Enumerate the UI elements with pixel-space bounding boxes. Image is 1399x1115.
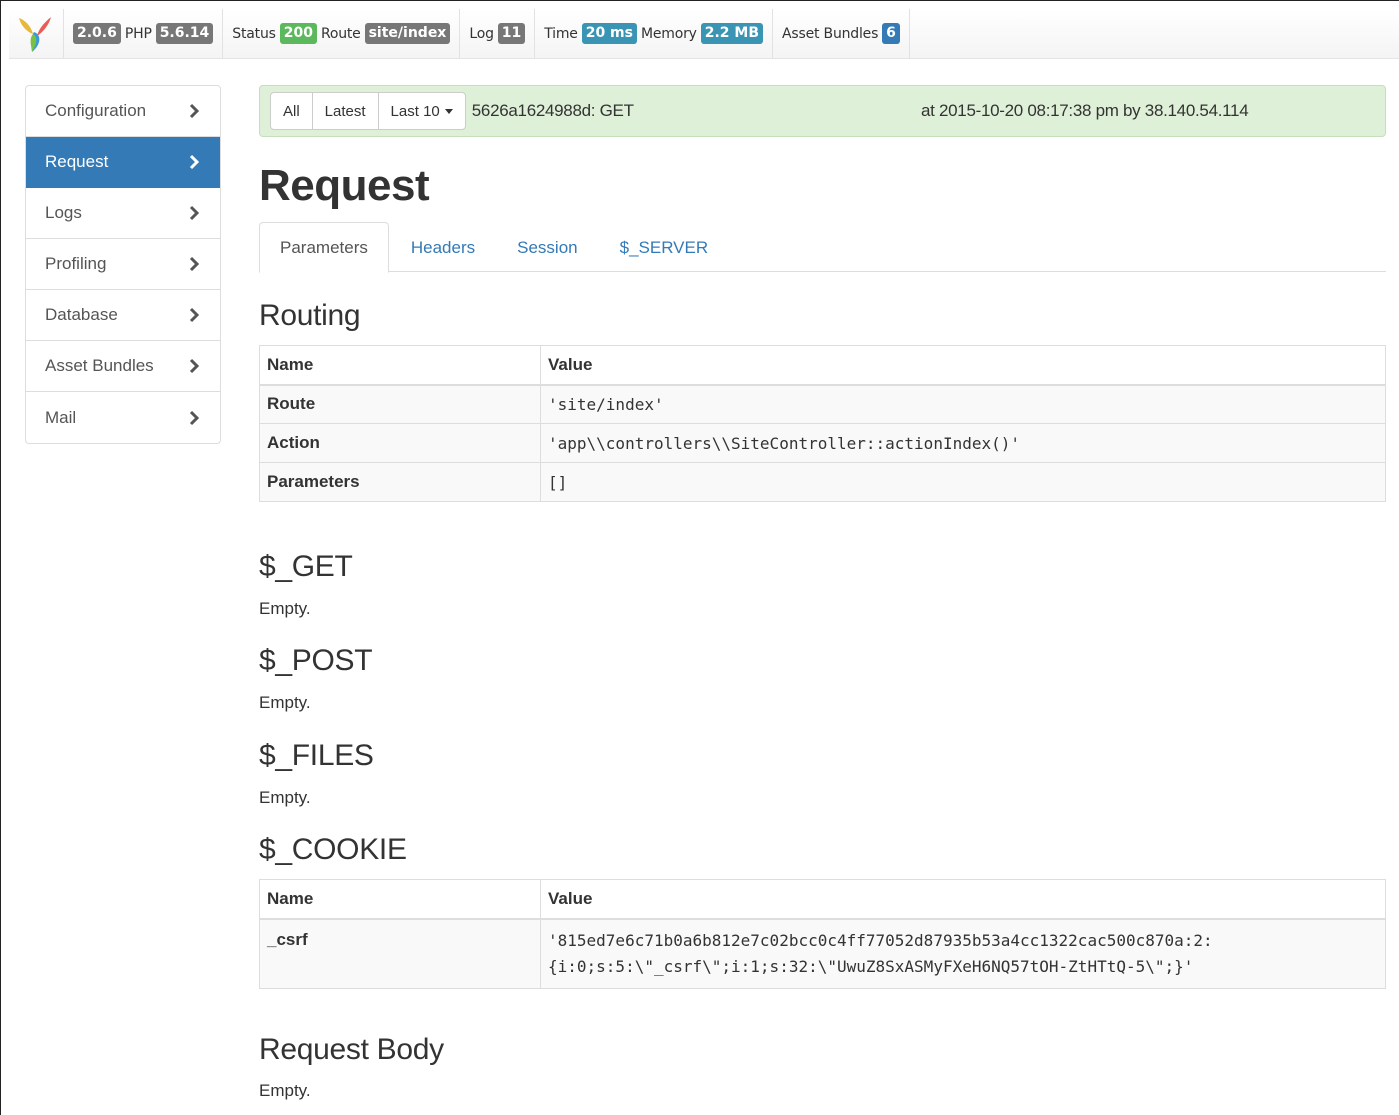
cookie-heading: $_COOKIE — [259, 833, 407, 866]
asset-bundles-count-badge: 6 — [882, 23, 900, 44]
memory-badge: 2.2 MB — [700, 23, 764, 44]
tab-session[interactable]: Session — [497, 222, 597, 273]
toolbar-assets-block[interactable]: Asset Bundles 6 — [773, 9, 910, 58]
caret-down-icon — [444, 108, 453, 114]
cookie-table: Name Value _csrf '815ed7e6c71b0a6b812e7c… — [259, 879, 1386, 989]
table-row: _csrf '815ed7e6c71b0a6b812e7c02bcc0c4ff7… — [259, 918, 1386, 989]
request-body-empty-text: Empty. — [259, 1081, 311, 1100]
toolbar-logo-block[interactable] — [9, 9, 64, 58]
routing-heading: Routing — [259, 299, 361, 332]
page-title: Request — [259, 161, 430, 210]
files-heading: $_FILES — [259, 739, 374, 772]
chevron-right-icon — [189, 256, 200, 272]
sidebar-item-database[interactable]: Database — [26, 290, 220, 341]
sidebar-item-label: Database — [45, 305, 118, 324]
chevron-right-icon — [189, 103, 200, 119]
tab-server[interactable]: $_SERVER — [600, 222, 729, 273]
row-name: Route — [259, 384, 541, 424]
sidebar-item-label: Mail — [45, 407, 77, 427]
row-name: Parameters — [259, 462, 541, 502]
time-badge: 20 ms — [581, 23, 637, 44]
table-row: Action 'app\\controllers\\SiteController… — [259, 423, 1386, 463]
request-selector-bar: All Latest Last 10 5626a1624988d: GET at… — [259, 85, 1386, 137]
tab-parameters[interactable]: Parameters — [259, 222, 389, 273]
toolbar-version-block[interactable]: 2.0.6 PHP 5.6.14 — [64, 9, 224, 58]
sidebar-item-label: Request — [45, 152, 109, 171]
chevron-right-icon — [189, 307, 200, 323]
request-time: at 2015-10-20 08:17:38 pm by 38.140.54.1… — [921, 101, 1249, 120]
table-row: Parameters [] — [259, 462, 1386, 502]
table-header-row: Name Value — [259, 345, 1386, 386]
log-count-badge: 11 — [497, 23, 526, 44]
row-value: 'site/index' — [540, 384, 1386, 424]
get-heading: $_GET — [259, 550, 353, 583]
files-empty-text: Empty. — [259, 788, 311, 807]
panel-sidebar: Configuration Request Logs Profiling Dat… — [25, 85, 221, 444]
cookie-value-line: {i:0;s:5:\"_csrf\";i:1;s:32:\"UwuZ8SxASM… — [548, 956, 1194, 976]
row-value: [] — [540, 462, 1386, 502]
toolbar-profiling-block[interactable]: Time 20 ms Memory 2.2 MB — [535, 9, 774, 58]
main-content: All Latest Last 10 5626a1624988d: GET at… — [259, 85, 1386, 1100]
chevron-right-icon — [189, 154, 200, 170]
php-version-badge: 5.6.14 — [155, 23, 214, 44]
sidebar-item-configuration[interactable]: Configuration — [26, 86, 220, 137]
route-label: Route — [320, 25, 361, 42]
request-filter-buttons: All Latest Last 10 — [270, 92, 466, 130]
last-10-dropdown[interactable]: Last 10 — [377, 92, 466, 130]
row-name: Action — [259, 423, 541, 463]
chevron-right-icon — [189, 358, 200, 374]
debug-toolbar: 2.0.6 PHP 5.6.14 Status 200 Route site/i… — [9, 9, 1399, 59]
toolbar-request-block[interactable]: Status 200 Route site/index — [223, 9, 461, 58]
sidebar-item-label: Profiling — [45, 254, 107, 273]
time-label: Time — [544, 25, 578, 42]
all-button[interactable]: All — [270, 92, 313, 130]
yii-logo[interactable] — [15, 14, 55, 54]
table-header-row: Name Value — [259, 879, 1386, 920]
status-code-badge: 200 — [279, 23, 317, 44]
status-label: Status — [232, 25, 276, 42]
row-value: 'app\\controllers\\SiteController::actio… — [540, 423, 1386, 463]
latest-button[interactable]: Latest — [311, 92, 379, 130]
column-header-value: Value — [540, 879, 1386, 920]
column-header-name: Name — [259, 345, 541, 386]
sidebar-item-label: Asset Bundles — [45, 356, 154, 375]
debugger-window: 2.0.6 PHP 5.6.14 Status 200 Route site/i… — [0, 0, 1399, 1115]
chevron-right-icon — [189, 410, 200, 425]
sidebar-item-asset-bundles[interactable]: Asset Bundles — [26, 341, 220, 392]
request-body-heading: Request Body — [259, 1033, 444, 1066]
row-value: '815ed7e6c71b0a6b812e7c02bcc0c4ff77052d8… — [540, 918, 1386, 989]
request-tabs: Parameters Headers Session $_SERVER — [259, 222, 1386, 273]
table-row: Route 'site/index' — [259, 384, 1386, 424]
chevron-right-icon — [189, 205, 200, 221]
routing-table: Name Value Route 'site/index' Action 'ap… — [259, 345, 1386, 502]
column-header-name: Name — [259, 879, 541, 920]
asset-bundles-label: Asset Bundles — [782, 25, 879, 42]
row-name: _csrf — [259, 918, 541, 989]
cookie-value-line: '815ed7e6c71b0a6b812e7c02bcc0c4ff77052d8… — [548, 930, 1213, 950]
get-empty-text: Empty. — [259, 599, 311, 618]
sidebar-item-profiling[interactable]: Profiling — [26, 239, 220, 290]
post-heading: $_POST — [259, 644, 373, 677]
sidebar-item-logs[interactable]: Logs — [26, 188, 220, 239]
sidebar-item-label: Logs — [45, 203, 82, 222]
yii-version-badge: 2.0.6 — [73, 23, 121, 44]
column-header-value: Value — [540, 345, 1386, 386]
tab-headers[interactable]: Headers — [391, 222, 495, 273]
memory-label: Memory — [640, 25, 697, 42]
post-empty-text: Empty. — [259, 693, 311, 712]
toolbar-log-block[interactable]: Log 11 — [460, 9, 536, 58]
last-10-label: Last 10 — [390, 102, 440, 120]
php-label: PHP — [124, 25, 152, 42]
request-id: 5626a1624988d: GET — [471, 101, 634, 120]
sidebar-item-label: Configuration — [45, 101, 147, 120]
route-badge: site/index — [364, 23, 451, 44]
log-label: Log — [469, 25, 494, 42]
sidebar-item-mail[interactable]: Mail — [26, 392, 220, 443]
sidebar-item-request[interactable]: Request — [26, 137, 220, 188]
